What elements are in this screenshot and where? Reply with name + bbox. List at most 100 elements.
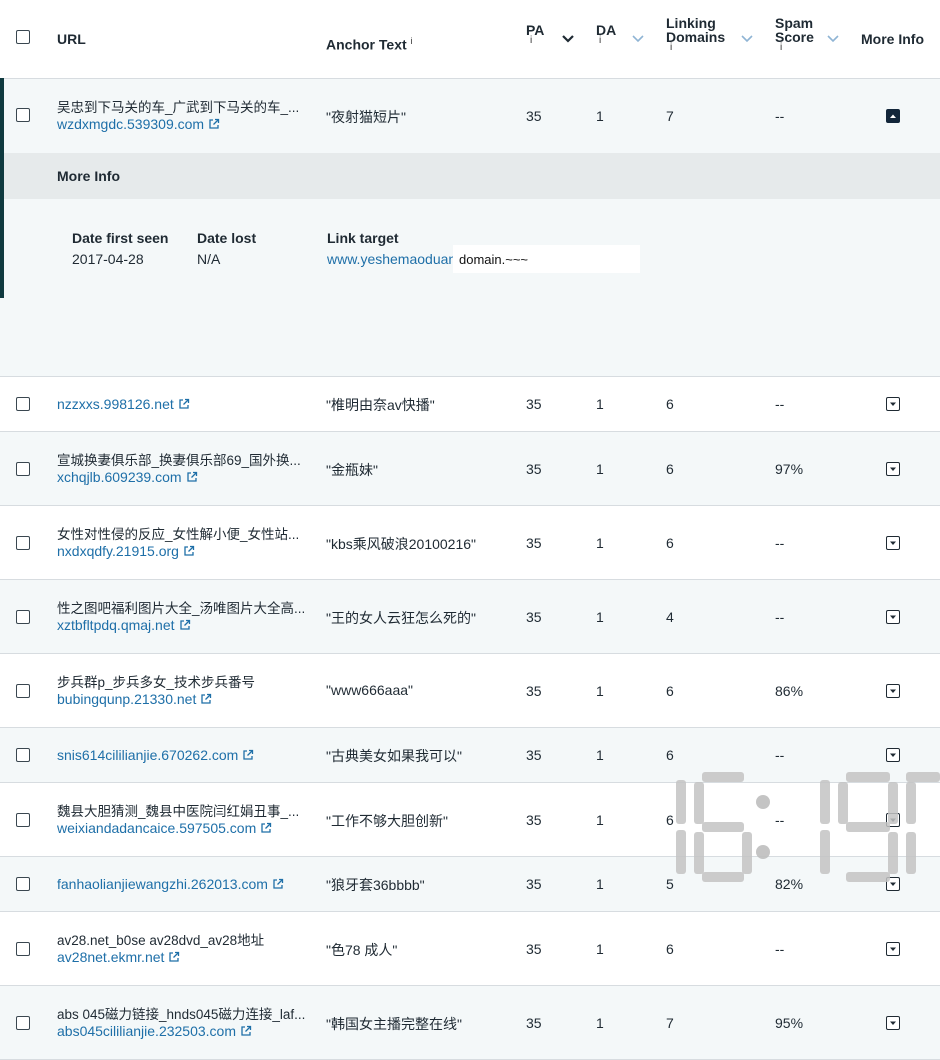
row-checkbox[interactable] <box>16 813 30 827</box>
source-url-link[interactable]: fanhaolianjiewangzhi.262013.com <box>57 876 284 892</box>
pa-value: 35 <box>526 108 542 124</box>
info-icon[interactable]: i <box>780 42 782 53</box>
source-url-text: nzzxxs.998126.net <box>57 396 174 412</box>
table-header: URL Anchor Text i PA i DA i Linking Doma… <box>0 0 940 79</box>
row-checkbox[interactable] <box>16 748 30 762</box>
info-icon[interactable]: i <box>599 35 601 46</box>
expand-more-info-button[interactable] <box>886 684 900 698</box>
expand-more-info-button[interactable] <box>886 462 900 476</box>
expand-more-info-button[interactable] <box>886 397 900 411</box>
expand-more-info-button[interactable] <box>886 1016 900 1030</box>
select-all-checkbox[interactable] <box>16 30 30 44</box>
source-url-link[interactable]: weixiandadancaice.597505.com <box>57 820 272 836</box>
source-url-link[interactable]: xchqjlb.609239.com <box>57 469 198 485</box>
source-url-link[interactable]: wzdxmgdc.539309.com <box>57 116 220 132</box>
external-link-icon[interactable] <box>178 398 190 410</box>
external-link-icon[interactable] <box>208 118 220 130</box>
row-checkbox[interactable] <box>16 684 30 698</box>
sort-chevron-icon[interactable] <box>827 34 839 44</box>
page-title: 步兵群p_步兵多女_技术步兵番号 <box>57 675 256 690</box>
pa-column-header[interactable]: PA <box>526 23 544 37</box>
source-url-link[interactable]: abs045cililianjie.232503.com <box>57 1023 252 1039</box>
expand-more-info-button[interactable] <box>886 610 900 624</box>
external-link-icon[interactable] <box>168 951 180 963</box>
external-link-icon[interactable] <box>200 693 212 705</box>
pa-value: 35 <box>526 747 542 763</box>
table-row: 女性对性侵的反应_女性解小便_女性站... nxdxqdfy.21915.org "… <box>0 506 940 580</box>
page-title: 宣城换妻俱乐部_换妻俱乐部69_国外换... <box>57 453 301 468</box>
da-value: 1 <box>596 812 604 828</box>
source-url-link[interactable]: xztbfltpdq.qmaj.net <box>57 617 191 633</box>
expand-more-info-button[interactable] <box>886 877 900 891</box>
external-link-icon[interactable] <box>183 545 195 557</box>
sort-chevron-icon[interactable] <box>632 34 644 44</box>
caret-down-icon <box>890 753 896 757</box>
spam-score-column-header[interactable]: Spam Score <box>775 16 814 44</box>
date-first-seen-label: Date first seen <box>72 230 169 246</box>
pa-value: 35 <box>526 941 542 957</box>
external-link-icon[interactable] <box>186 471 198 483</box>
row-checkbox[interactable] <box>16 397 30 411</box>
caret-down-icon <box>890 947 896 951</box>
date-lost-label: Date lost <box>197 230 257 246</box>
table-row: fanhaolianjiewangzhi.262013.com "狼牙套36bbb… <box>0 857 940 912</box>
expand-more-info-button[interactable] <box>886 813 900 827</box>
caret-down-icon <box>890 689 896 693</box>
row-checkbox[interactable] <box>16 1016 30 1030</box>
date-first-seen-value: 2017-04-28 <box>72 251 144 267</box>
row-checkbox[interactable] <box>16 610 30 624</box>
page-title: abs 045磁力链接_hnds045磁力连接_laf... <box>57 1007 306 1022</box>
external-link-icon[interactable] <box>272 878 284 890</box>
info-icon[interactable]: i <box>670 42 672 53</box>
caret-down-icon <box>890 1021 896 1025</box>
table-row: abs 045磁力链接_hnds045磁力连接_laf... abs045cili… <box>0 986 940 1060</box>
external-link-icon[interactable] <box>179 619 191 631</box>
row-checkbox[interactable] <box>16 108 30 122</box>
source-url-link[interactable]: snis614cililianjie.670262.com <box>57 747 254 763</box>
anchor-text-column-header[interactable]: Anchor Text i <box>326 34 413 52</box>
row-checkbox[interactable] <box>16 536 30 550</box>
page-title: av28.net_b0se av28dvd_av28地址 <box>57 933 265 948</box>
link-target-link[interactable]: www.yeshemaoduan <box>327 251 456 267</box>
da-value: 1 <box>596 747 604 763</box>
collapse-more-info-button[interactable] <box>886 109 900 123</box>
domains-label: Domains <box>666 29 726 45</box>
expand-more-info-button[interactable] <box>886 748 900 762</box>
caret-down-icon <box>890 615 896 619</box>
external-link-icon[interactable] <box>240 1025 252 1037</box>
linking-domains-value: 5 <box>666 876 674 892</box>
linking-domains-column-header[interactable]: Linking Domains <box>666 16 725 44</box>
expand-more-info-button[interactable] <box>886 536 900 550</box>
external-link-icon[interactable] <box>242 749 254 761</box>
page-title: 吴忠到下马关的车_广武到下马关的车_... <box>57 100 300 115</box>
table-row: snis614cililianjie.670262.com "古典美女如果我可以"… <box>0 728 940 783</box>
sort-chevron-icon[interactable] <box>741 34 753 44</box>
info-icon[interactable]: i <box>530 35 532 46</box>
source-url-link[interactable]: nzzxxs.998126.net <box>57 396 190 412</box>
table-row: 魏县大胆猜测_魏县中医院闫红娟丑事_... weixiandadancaice.5… <box>0 783 940 857</box>
row-checkbox[interactable] <box>16 462 30 476</box>
table-row: 步兵群p_步兵多女_技术步兵番号 bubingqunp.21330.net "www… <box>0 654 940 728</box>
expand-more-info-button[interactable] <box>886 942 900 956</box>
info-icon[interactable]: i <box>411 36 413 46</box>
pa-value: 35 <box>526 396 542 412</box>
source-url-link[interactable]: av28net.ekmr.net <box>57 949 180 965</box>
sort-desc-active-icon[interactable] <box>562 34 574 44</box>
source-url-link[interactable]: nxdxqdfy.21915.org <box>57 543 195 559</box>
source-url-text: snis614cililianjie.670262.com <box>57 747 239 763</box>
da-value: 1 <box>596 461 604 477</box>
more-info-body: Date first seen 2017-04-28 Date lost N/A… <box>0 199 940 376</box>
spam-score-value: -- <box>775 747 785 763</box>
external-link-icon[interactable] <box>260 822 272 834</box>
spam-score-value: 97% <box>775 461 804 477</box>
row-checkbox[interactable] <box>16 942 30 956</box>
source-url-link[interactable]: bubingqunp.21330.net <box>57 691 212 707</box>
linking-domains-value: 4 <box>666 609 674 625</box>
anchor-text: "王的女人云狂怎么死的" <box>326 610 476 626</box>
table-row: 性之图吧福利图片大全_汤唯图片大全高... xztbfltpdq.qmaj.net… <box>0 580 940 654</box>
da-value: 1 <box>596 609 604 625</box>
source-url-text: wzdxmgdc.539309.com <box>57 116 205 132</box>
da-value: 1 <box>596 396 604 412</box>
source-url-text: av28net.ekmr.net <box>57 949 165 965</box>
row-checkbox[interactable] <box>16 877 30 891</box>
